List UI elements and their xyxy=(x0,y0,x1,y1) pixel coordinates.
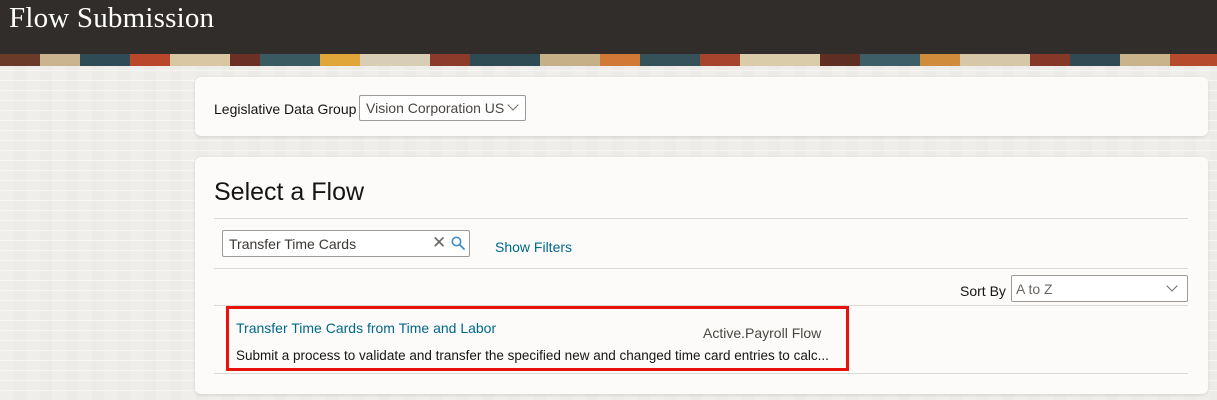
ldg-panel: Legislative Data Group Vision Corporatio… xyxy=(195,77,1208,136)
ldg-select[interactable]: Vision Corporation US xyxy=(359,95,526,121)
page-header: Flow Submission xyxy=(0,0,1217,54)
search-input[interactable]: Transfer Time Cards ✕ xyxy=(222,230,470,257)
decorative-banner xyxy=(0,54,1217,66)
show-filters-link[interactable]: Show Filters xyxy=(495,239,572,255)
page-title: Flow Submission xyxy=(9,2,215,34)
chevron-down-icon xyxy=(507,99,519,111)
select-flow-panel: Select a Flow Transfer Time Cards ✕ Show… xyxy=(195,157,1208,394)
sort-by-value: A to Z xyxy=(1016,281,1053,297)
divider xyxy=(214,218,1188,219)
sort-by-label: Sort By xyxy=(960,283,1006,299)
ldg-label: Legislative Data Group xyxy=(214,101,357,117)
ldg-select-value: Vision Corporation US xyxy=(366,100,505,116)
sort-by-select[interactable]: A to Z xyxy=(1011,275,1188,302)
search-icon[interactable] xyxy=(451,236,465,250)
flow-result-description: Submit a process to validate and transfe… xyxy=(236,348,829,363)
divider xyxy=(214,268,1188,269)
flow-result-title-link[interactable]: Transfer Time Cards from Time and Labor xyxy=(236,320,496,336)
divider xyxy=(214,373,1188,374)
flow-result-status: Active.Payroll Flow xyxy=(703,325,822,341)
section-title: Select a Flow xyxy=(214,178,365,206)
clear-icon[interactable]: ✕ xyxy=(432,233,446,253)
flow-result-item[interactable]: Transfer Time Cards from Time and Labor … xyxy=(226,306,849,371)
search-input-value: Transfer Time Cards xyxy=(229,236,357,252)
chevron-down-icon xyxy=(1166,280,1178,292)
